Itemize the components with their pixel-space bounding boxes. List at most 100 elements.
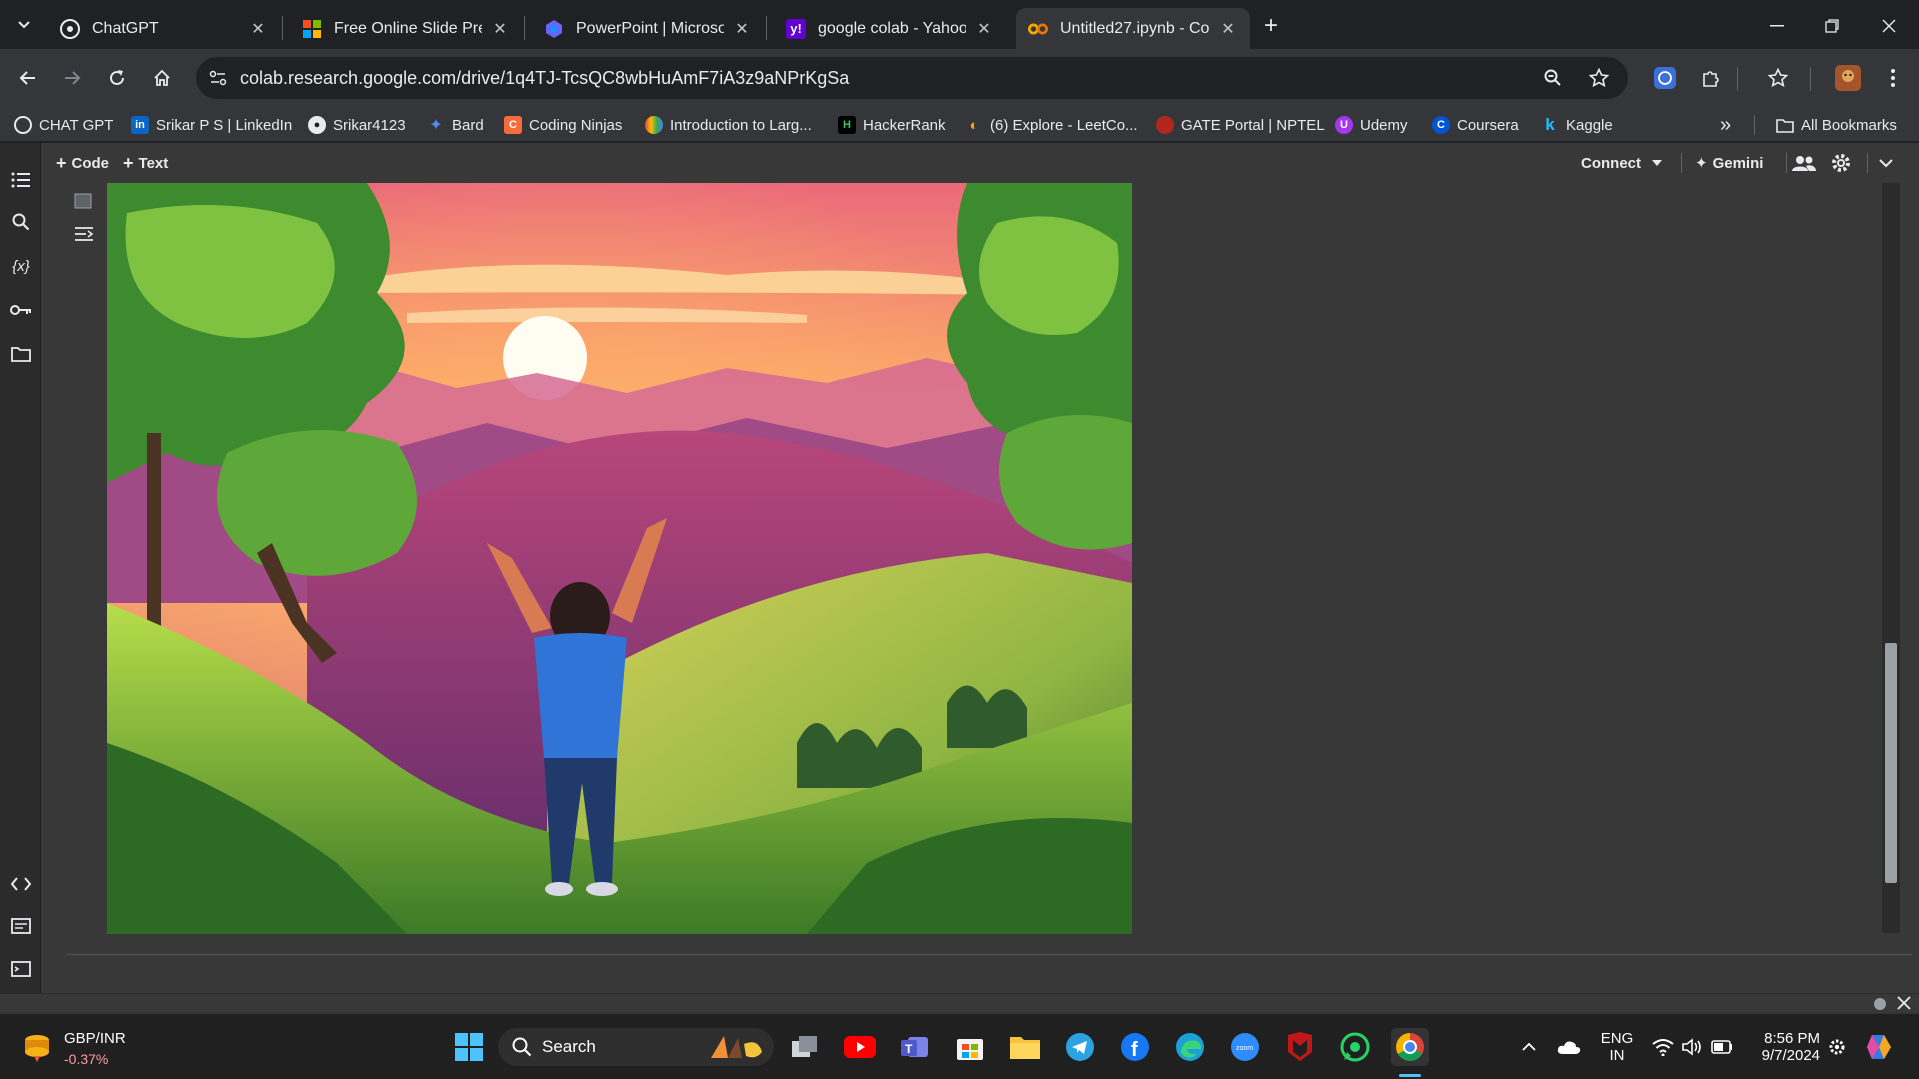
copilot-icon[interactable] [1860,1028,1898,1066]
site-info-icon[interactable] [202,62,234,94]
facebook-icon[interactable]: f [1116,1028,1154,1066]
close-icon[interactable]: ✕ [974,19,994,39]
reload-icon[interactable] [101,62,133,94]
connect-dropdown-chevron-icon[interactable] [1651,152,1663,174]
back-icon[interactable] [12,62,44,94]
file-explorer-icon[interactable] [1006,1028,1044,1066]
bookmark-label: Srikar P S | LinkedIn [156,116,293,134]
bookmark-intro-llm[interactable]: Introduction to Larg... [645,114,812,136]
active-app-indicator [1399,1074,1421,1077]
chatgpt-extension-icon[interactable] [1649,62,1681,94]
bookmark-linkedin[interactable]: in Srikar P S | LinkedIn [131,114,292,136]
teams-icon[interactable]: T [896,1028,934,1066]
edge-icon[interactable] [1171,1028,1209,1066]
address-bar[interactable]: colab.research.google.com/drive/1q4TJ-Tc… [196,57,1628,99]
bookmark-hackerrank[interactable]: H HackerRank [838,114,946,136]
command-palette-icon[interactable] [8,913,34,939]
clock-date: 9/7/2024 [1761,1047,1820,1064]
secrets-key-icon[interactable] [8,297,34,323]
close-icon[interactable]: ✕ [490,19,510,39]
task-view-icon[interactable] [786,1028,824,1066]
telegram-icon[interactable] [1061,1028,1099,1066]
output-image [107,183,1132,934]
bookmark-label: (6) Explore - LeetCo... [990,116,1138,134]
add-code-cell-button[interactable]: + Code [56,152,109,174]
output-actions-icon[interactable] [74,225,94,243]
mcafee-icon[interactable] [1281,1028,1319,1066]
bookmark-label: Kaggle [1566,116,1613,134]
bookmark-coding-ninjas[interactable]: C Coding Ninjas [504,114,622,136]
copilot-icon [544,19,564,39]
close-icon[interactable]: ✕ [732,19,752,39]
bookmark-udemy[interactable]: U Udemy [1335,114,1408,136]
variables-icon[interactable]: {x} [8,253,34,279]
youtube-icon[interactable] [841,1028,879,1066]
bookmark-bard[interactable]: ✦ Bard [427,114,483,136]
terminal-icon[interactable] [8,956,34,982]
notebook-scrollbar[interactable] [1882,183,1900,933]
bookmark-label: Srikar4123 [333,116,406,134]
search-icon[interactable] [8,209,34,235]
tab-powerpoint[interactable]: PowerPoint | Microsoft 365 ✕ [532,8,764,49]
bookmark-label: Coding Ninjas [529,116,623,134]
bookmarks-star-icon[interactable] [1762,62,1794,94]
table-of-contents-icon[interactable] [8,167,34,193]
svg-text:f: f [1131,1039,1138,1061]
tab-yahoo-search[interactable]: y! google colab - Yahoo India Searc ✕ [774,8,1006,49]
minimize-icon[interactable] [1761,10,1793,42]
settings-gear-icon[interactable] [1830,152,1852,174]
chrome-menu-icon[interactable] [1877,62,1909,94]
connect-runtime-button[interactable]: Connect [1581,152,1641,174]
all-bookmarks-button[interactable]: All Bookmarks [1776,114,1897,136]
extensions-puzzle-icon[interactable] [1695,62,1727,94]
restore-icon[interactable] [1816,10,1848,42]
clock-time: 8:56 PM [1764,1030,1820,1047]
system-clock[interactable]: 8:56 PM 9/7/2024 [1750,1030,1820,1064]
close-icon[interactable]: ✕ [1218,19,1238,39]
windows-start-icon[interactable] [450,1028,488,1066]
battery-icon[interactable] [1703,1028,1741,1066]
status-close-icon[interactable] [1897,996,1913,1012]
microsoft-store-icon[interactable] [951,1028,989,1066]
output-cell-icon[interactable] [74,193,92,209]
show-hidden-icons-chevron-icon[interactable] [1510,1028,1548,1066]
taskbar-search[interactable]: Search [498,1028,774,1066]
bookmark-kaggle[interactable]: k Kaggle [1541,114,1613,136]
home-icon[interactable] [146,62,178,94]
collapse-header-chevron-icon[interactable] [1879,152,1893,174]
onedrive-cloud-icon[interactable] [1550,1028,1588,1066]
share-people-icon[interactable] [1792,152,1816,174]
coins-widget-icon[interactable] [20,1030,54,1064]
close-icon[interactable]: ✕ [248,19,268,39]
zoom-icon[interactable] [1537,62,1569,94]
scrollbar-thumb[interactable] [1885,643,1897,883]
svg-text:T: T [905,1042,913,1056]
tab-colab-active[interactable]: Untitled27.ipynb - Colab ✕ [1016,8,1250,49]
tab-search-chevron-icon[interactable] [8,9,40,41]
gemini-button[interactable]: ✦ Gemini [1695,152,1763,174]
bookmark-chat-gpt[interactable]: CHAT GPT [14,114,113,136]
add-text-cell-button[interactable]: + Text [123,152,168,174]
bookmark-star-icon[interactable] [1583,62,1615,94]
bookmark-coursera[interactable]: C Coursera [1432,114,1519,136]
new-tab-button[interactable]: + [1255,10,1287,42]
zoom-icon[interactable]: zoom [1226,1028,1264,1066]
chrome-taskbar-icon[interactable] [1391,1028,1429,1066]
tab-chatgpt[interactable]: ChatGPT ✕ [48,8,280,49]
bookmark-nptel[interactable]: GATE Portal | NPTEL [1156,114,1325,136]
forward-icon[interactable] [56,62,88,94]
bookmarks-overflow-button[interactable]: » [1720,114,1731,136]
code-snippets-icon[interactable] [8,871,34,897]
tab-title: google colab - Yahoo India Searc [818,19,966,37]
bookmark-github[interactable]: ● Srikar4123 [308,114,406,136]
files-folder-icon[interactable] [8,341,34,367]
bookmark-leetcode[interactable]: ◐ (6) Explore - LeetCo... [965,114,1138,136]
language-code: ENG [1600,1030,1634,1047]
window-close-icon[interactable] [1873,10,1905,42]
notification-settings-icon[interactable] [1818,1028,1856,1066]
whatsapp-icon[interactable] [1336,1028,1374,1066]
profile-avatar[interactable] [1832,62,1864,94]
tab-slide-presentation[interactable]: Free Online Slide Presentation: G ✕ [290,8,522,49]
language-indicator[interactable]: ENG IN [1600,1030,1634,1064]
status-dot-icon [1874,998,1886,1010]
